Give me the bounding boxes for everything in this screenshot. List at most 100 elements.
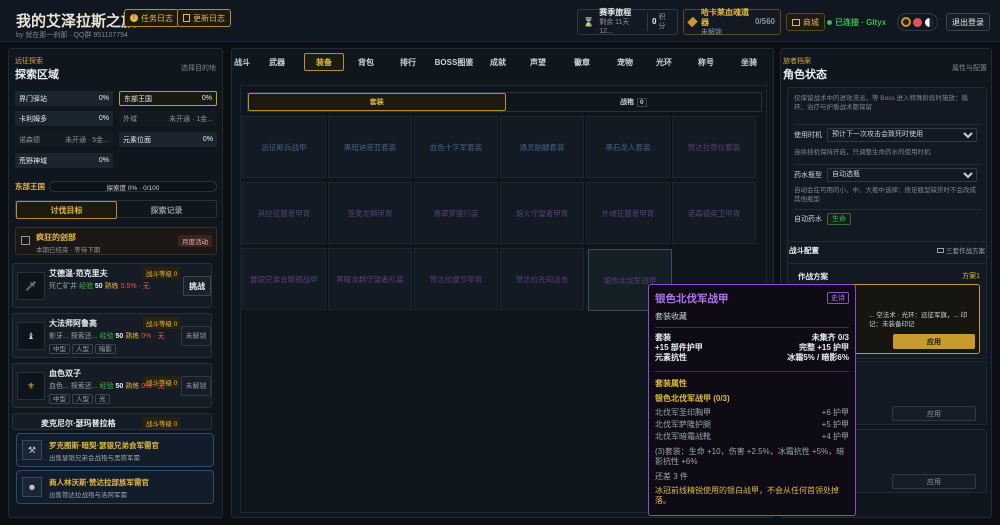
set-card[interactable]: 血色十字军套装 (414, 116, 498, 178)
locked-button[interactable]: 未解锁 (181, 326, 211, 346)
tab-records[interactable]: 探索记录 (117, 201, 216, 219)
set-card[interactable]: 诺森德英卫甲胄 (672, 182, 756, 244)
season-box[interactable]: ⌛ 赛季旅程 剩余 11天12... 0 积分 (577, 8, 678, 35)
tab-mounts[interactable]: 坐骑 (730, 53, 768, 71)
enemy-card[interactable]: ⚜ 血色双子 战斗等级 0 血色... 探索还... 经验 50 熟练 0% ·… (12, 363, 212, 408)
tab-badges[interactable]: 徽章 (560, 53, 604, 71)
area-item[interactable]: 界门驿站 0% (15, 91, 113, 106)
enemy-stats: 死亡矿井 经验 50 熟练 0.5% · 无 (49, 281, 150, 291)
merchant-card[interactable]: ☻ 商人林沃斯·赞达拉部族军需官 出售赞达拉战袍与洛阿军需 (16, 470, 214, 504)
set-card[interactable]: 黑曜龙群守望者礼装 (328, 248, 412, 310)
tab-reputation[interactable]: 声望 (516, 53, 560, 71)
set-card[interactable]: 赞达拉祭仪套装 (672, 116, 756, 178)
tab-titles[interactable]: 称号 (682, 53, 730, 71)
tab-auras[interactable]: 光环 (646, 53, 682, 71)
tab-ranking[interactable]: 排行 (388, 53, 428, 71)
area-item[interactable]: 元素位面 0% (119, 132, 217, 147)
logout-button[interactable]: 退出登录 (946, 13, 990, 31)
divider (655, 371, 849, 372)
merchant-name: 罗克图斯·暗契·瑟银兄弟会军需官 (49, 441, 159, 450)
area-item-locked[interactable]: 诺森德 未开通 · 5金... (15, 132, 113, 147)
arena-box[interactable]: 哈卡莱血魂遗器 未解锁 0/560 (683, 8, 781, 36)
timing-select[interactable]: 预计下一次攻击会致死时使用 (827, 127, 977, 142)
set-card[interactable]: 远征断兵战甲 (242, 116, 326, 178)
season-points: 0 (652, 17, 657, 26)
shop-button[interactable]: 商城 (786, 13, 825, 31)
enemy-card[interactable]: ♝ 大法师阿鲁高 战斗等级 0 影牙... 探索还... 经验 50 熟练 0%… (12, 313, 212, 358)
merchant-card[interactable]: ⚒ 罗克图斯·暗契·瑟银兄弟会军需官 出售瑟银兄弟会战袍与黑铁军需 (16, 433, 214, 467)
tab-label: 声望 (530, 57, 546, 67)
enemy-location: 影牙... 探索还... (49, 333, 98, 340)
theme-color-icon[interactable] (913, 17, 923, 27)
tab-achievements[interactable]: 成就 (480, 53, 516, 71)
enemy-tag: 中型 (49, 344, 70, 354)
set-card[interactable]: 黑石龙人套装 (586, 116, 670, 178)
set-card[interactable]: 赞达拉便节甲胄 (414, 248, 498, 310)
set-card[interactable]: 通灵骷髅套装 (500, 116, 584, 178)
timing-row: 使用时机 预计下一次攻击会致死时使用 (794, 124, 982, 144)
mage-icon: ♝ (17, 322, 45, 350)
piece-value: +4 护甲 (821, 432, 849, 441)
apply-button[interactable]: 应用 (892, 474, 976, 489)
set-card[interactable]: 熔火守望者甲胄 (500, 182, 584, 244)
row-key: 元素抗性 (655, 353, 687, 362)
row-value: 未集齐 0/3 (811, 333, 849, 342)
tab-pets[interactable]: 宠物 (604, 53, 646, 71)
area-value: 0% (98, 115, 109, 122)
hourglass-icon: ⌛ (583, 16, 595, 27)
progress-area-name: 东部王国 (15, 182, 45, 191)
left-hint: 选择目的地 (181, 65, 216, 72)
apply-button[interactable]: 应用 (893, 334, 975, 349)
theme-contrast-icon[interactable] (924, 17, 934, 27)
set-card[interactable]: 外域征服者甲胄 (586, 182, 670, 244)
tab-records-label: 探索记录 (150, 205, 183, 215)
tab-boss-guide[interactable]: BOSS图鉴 (428, 53, 480, 71)
set-card[interactable]: 赞达拉先知法衣 (500, 248, 584, 310)
tab-equipment[interactable]: 装备 (304, 53, 344, 71)
subtab-sets[interactable]: 套装 (248, 93, 506, 111)
set-card[interactable]: 翡翠梦魇行装 (414, 182, 498, 244)
enemy-card[interactable]: 麦克尼尔·瑟玛普拉格 战斗等级 0 (12, 413, 212, 430)
season-points-label: 积分 (658, 14, 666, 30)
area-item[interactable]: 卡利姆多 0% (15, 111, 113, 126)
area-item-selected[interactable]: 东部王国 0% (119, 91, 217, 106)
subtab-armor[interactable]: 战袍 0 (506, 93, 762, 111)
theme-switcher[interactable] (897, 13, 938, 31)
locked-button[interactable]: 未解锁 (181, 376, 211, 396)
set-card[interactable]: 其拉征服者甲胄 (242, 182, 326, 244)
season-label: 赛季旅程 (599, 8, 632, 17)
area-value: 0% (201, 95, 212, 102)
arena-count: 0/560 (754, 17, 775, 26)
potion-select[interactable]: 自动选瓶 (827, 167, 977, 182)
potion-note: 自动会在可用的小、中、大瓶中选择：按足瓶型缺货时不会改成其他瓶型 (794, 187, 976, 203)
auto-potion-toggle[interactable]: 生命 (827, 212, 851, 225)
set-card[interactable]: 黑暗迪菲亚套装 (328, 116, 412, 178)
merchant-sub: 出售赞达拉战袍与洛阿军需 (49, 492, 127, 499)
tab-bag[interactable]: 背包 (344, 53, 388, 71)
task-log-button[interactable]: ! 任务日志 (124, 9, 179, 27)
tooltip-row: +15 部件护甲 完整 +15 护甲 (655, 343, 849, 353)
tab-hunt[interactable]: 讨伐目标 (16, 201, 117, 219)
tab-battle[interactable]: 战斗 (232, 53, 250, 71)
enemy-card[interactable]: 🗡 艾德温·范克里夫 战斗等级 0 死亡矿井 经验 50 熟练 0.5% · 无… (12, 263, 212, 308)
enemy-location: 死亡矿井 (49, 283, 77, 290)
rate-value: 0.5% · 无 (120, 283, 150, 290)
tab-weapons[interactable]: 武器 (250, 53, 304, 71)
area-item-locked[interactable]: 外域 未开通 · 1金... (119, 111, 217, 126)
apply-button[interactable]: 应用 (892, 406, 976, 421)
set-card[interactable]: 瑟银兄弟会精钢战甲 (242, 248, 326, 310)
tab-label: 宠物 (617, 57, 633, 67)
enemy-stats: 影牙... 探索还... 经验 50 熟练 0% · 无 (49, 331, 165, 341)
row-value: 冰霜5% / 暗影6% (787, 353, 849, 362)
potion-label: 药水瓶型 (794, 171, 822, 179)
exp-value: 50 (115, 333, 124, 340)
set-card[interactable]: 亚麦龙鳞甲胄 (328, 182, 412, 244)
monthly-event[interactable]: 疯狂的刽部 本期已结束 · 等待下期 月度活动 (15, 227, 217, 255)
relic-icon (687, 16, 698, 28)
theme-dark-icon[interactable] (901, 17, 912, 27)
update-log-button[interactable]: 更新日志 (177, 9, 231, 27)
area-name: 卡利姆多 (19, 115, 47, 123)
season-remaining: 剩余 11天12... (599, 19, 630, 35)
challenge-button[interactable]: 挑战 (183, 276, 211, 296)
area-item[interactable]: 荒野神域 0% (15, 153, 113, 168)
